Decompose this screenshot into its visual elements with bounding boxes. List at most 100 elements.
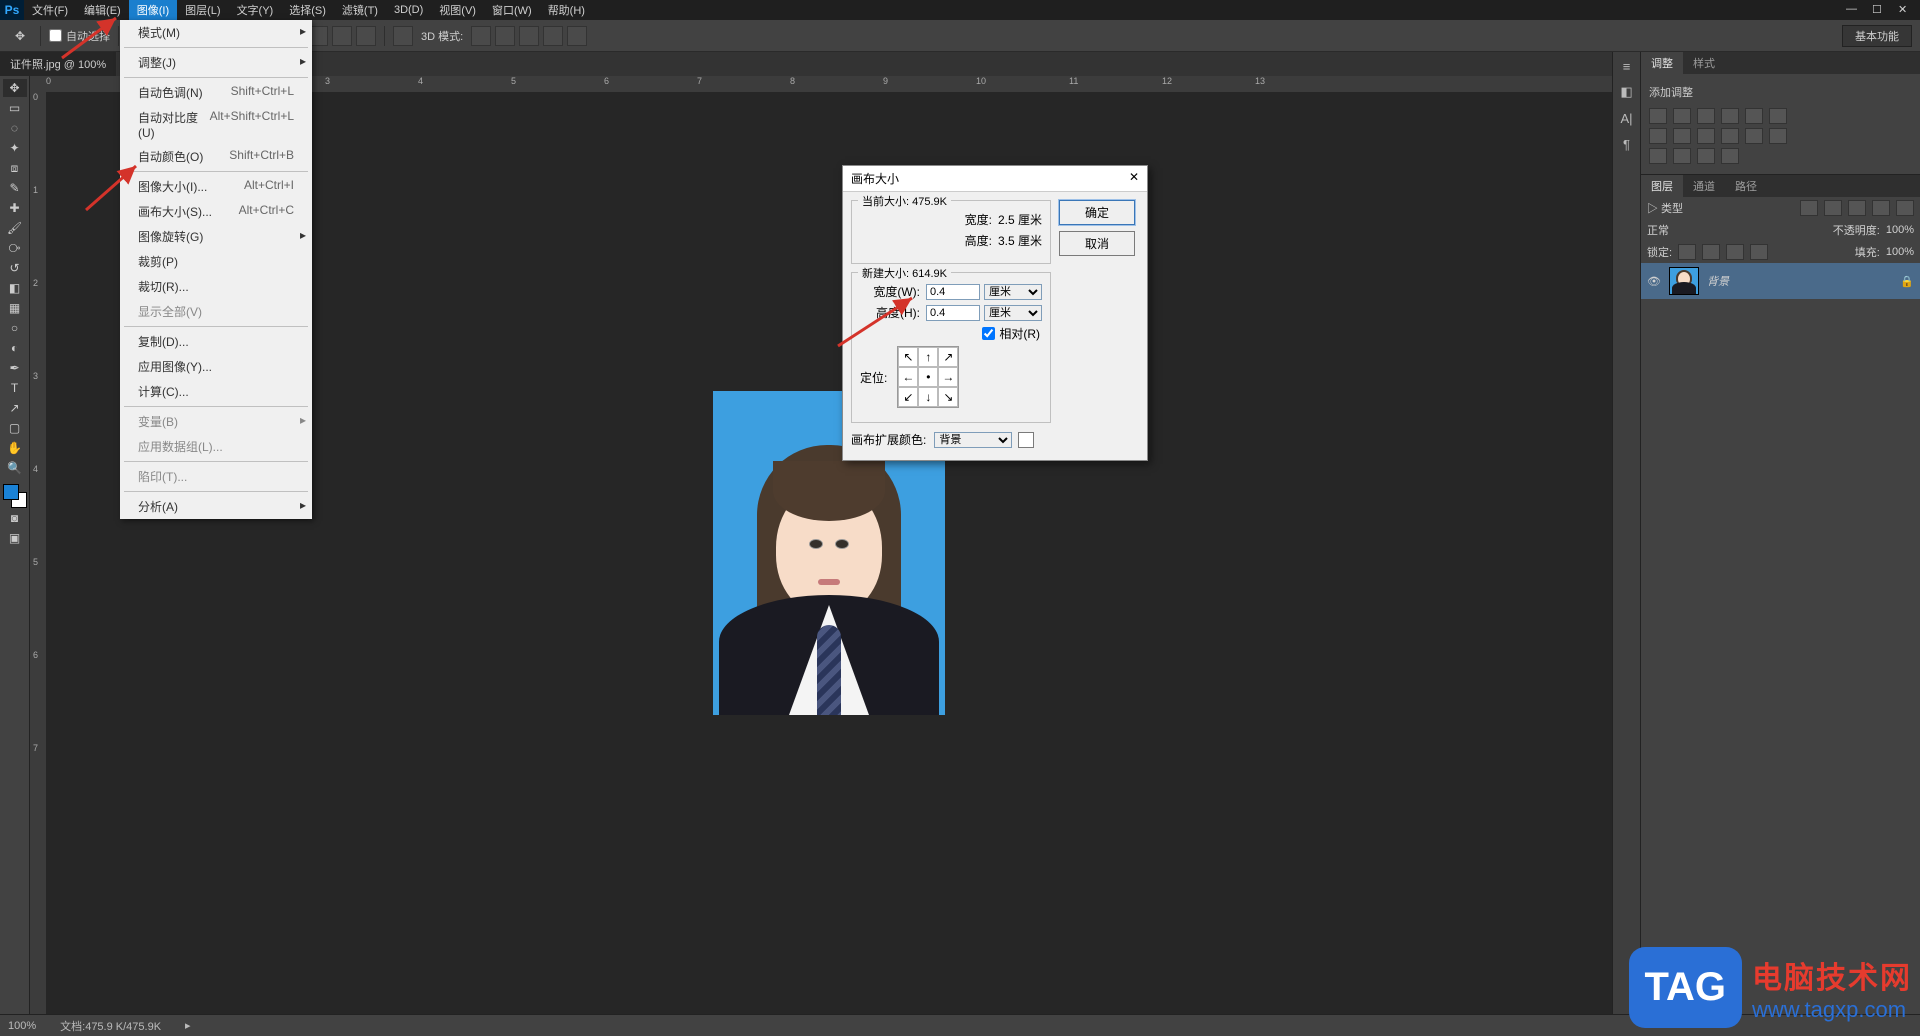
path-tool-icon[interactable]: ↗ (3, 399, 27, 417)
cancel-button[interactable]: 取消 (1059, 231, 1135, 256)
quickmask-icon[interactable]: ◙ (3, 509, 27, 527)
auto-select-checkbox[interactable]: 自动选择 (49, 28, 110, 44)
threshold-icon[interactable] (1649, 148, 1667, 164)
menu-item[interactable]: 图像大小(I)...Alt+Ctrl+I (120, 174, 312, 199)
menu-type[interactable]: 文字(Y) (229, 0, 282, 21)
3d-zoom-icon[interactable] (567, 26, 587, 46)
crop-tool-icon[interactable]: ⧈ (3, 159, 27, 177)
menu-item[interactable]: 应用图像(Y)... (120, 354, 312, 379)
brush-tool-icon[interactable]: 🖌 (3, 219, 27, 237)
menu-item[interactable]: 分析(A)▸ (120, 494, 312, 519)
anchor-br[interactable]: ↘ (938, 387, 958, 407)
move-tool-icon[interactable]: ✥ (8, 27, 32, 45)
ext-color-swatch[interactable] (1018, 432, 1034, 448)
anchor-b[interactable]: ↓ (918, 387, 938, 407)
adjustment-icon[interactable] (1721, 148, 1739, 164)
menu-item[interactable]: 图像旋转(G)▸ (120, 224, 312, 249)
invert-icon[interactable] (1745, 128, 1763, 144)
stamp-tool-icon[interactable]: ⧂ (3, 239, 27, 257)
gradient-tool-icon[interactable]: ▦ (3, 299, 27, 317)
minimize-icon[interactable]: — (1846, 3, 1860, 17)
eraser-tool-icon[interactable]: ◧ (3, 279, 27, 297)
filter-text-icon[interactable] (1848, 200, 1866, 216)
height-input[interactable] (926, 305, 980, 321)
zoom-tool-icon[interactable]: 🔍 (3, 459, 27, 477)
menu-window[interactable]: 窗口(W) (484, 0, 540, 21)
relative-checkbox[interactable] (982, 327, 995, 340)
hand-tool-icon[interactable]: ✋ (3, 439, 27, 457)
dialog-close-icon[interactable]: ✕ (1129, 170, 1139, 187)
menu-item[interactable]: 自动色调(N)Shift+Ctrl+L (120, 80, 312, 105)
ok-button[interactable]: 确定 (1059, 200, 1135, 225)
menu-item[interactable]: 模式(M)▸ (120, 20, 312, 45)
3d-roll-icon[interactable] (495, 26, 515, 46)
layer-thumbnail[interactable] (1669, 267, 1699, 295)
eyedropper-tool-icon[interactable]: ✎ (3, 179, 27, 197)
tab-layers[interactable]: 图层 (1641, 175, 1683, 197)
character-icon[interactable]: A| (1617, 108, 1637, 128)
menu-help[interactable]: 帮助(H) (540, 0, 593, 21)
ext-color-select[interactable]: 背景 (934, 432, 1012, 448)
healing-tool-icon[interactable]: ✚ (3, 199, 27, 217)
3d-slide-icon[interactable] (543, 26, 563, 46)
pen-tool-icon[interactable]: ✒ (3, 359, 27, 377)
auto-select-input[interactable] (49, 29, 62, 42)
3d-pan-icon[interactable] (519, 26, 539, 46)
vibrance-icon[interactable] (1745, 108, 1763, 124)
distribute-icon[interactable] (332, 26, 352, 46)
color-lookup-icon[interactable] (1721, 128, 1739, 144)
text-tool-icon[interactable]: T (3, 379, 27, 397)
fill-value[interactable]: 100% (1886, 246, 1914, 258)
brightness-icon[interactable] (1649, 108, 1667, 124)
menu-item[interactable]: 计算(C)... (120, 379, 312, 404)
gradient-map-icon[interactable] (1673, 148, 1691, 164)
menu-filter[interactable]: 滤镜(T) (334, 0, 386, 21)
menu-view[interactable]: 视图(V) (431, 0, 484, 21)
3d-orbit-icon[interactable] (471, 26, 491, 46)
menu-layer[interactable]: 图层(L) (177, 0, 228, 21)
menu-item[interactable]: 自动对比度(U)Alt+Shift+Ctrl+L (120, 105, 312, 144)
anchor-grid[interactable]: ↖ ↑ ↗ ← • → ↙ ↓ ↘ (897, 346, 959, 408)
menu-item[interactable]: 自动颜色(O)Shift+Ctrl+B (120, 144, 312, 169)
layer-row[interactable]: 👁 背景 🔒 (1641, 263, 1920, 299)
filter-shape-icon[interactable] (1872, 200, 1890, 216)
exposure-icon[interactable] (1721, 108, 1739, 124)
zoom-value[interactable]: 100% (8, 1020, 36, 1032)
menu-item[interactable]: 裁剪(P) (120, 249, 312, 274)
menu-3d[interactable]: 3D(D) (386, 1, 431, 19)
lasso-tool-icon[interactable]: ◌ (3, 119, 27, 137)
anchor-tl[interactable]: ↖ (898, 347, 918, 367)
workspace-switcher[interactable]: 基本功能 (1842, 25, 1912, 47)
history-brush-tool-icon[interactable]: ↺ (3, 259, 27, 277)
hue-icon[interactable] (1769, 108, 1787, 124)
opacity-value[interactable]: 100% (1886, 224, 1914, 236)
anchor-tr[interactable]: ↗ (938, 347, 958, 367)
marquee-tool-icon[interactable]: ▭ (3, 99, 27, 117)
color-swatch[interactable] (3, 484, 27, 508)
document-tab[interactable]: 证件照.jpg @ 100% (0, 52, 116, 76)
menu-file[interactable]: 文件(F) (24, 0, 76, 21)
levels-icon[interactable] (1673, 108, 1691, 124)
menu-item[interactable]: 复制(D)... (120, 329, 312, 354)
anchor-r[interactable]: → (938, 367, 958, 387)
filter-smart-icon[interactable] (1896, 200, 1914, 216)
tab-paths[interactable]: 路径 (1725, 175, 1767, 197)
visibility-eye-icon[interactable]: 👁 (1647, 275, 1661, 288)
3d-icon[interactable] (393, 26, 413, 46)
menu-image[interactable]: 图像(I) (129, 0, 177, 21)
selective-color-icon[interactable] (1697, 148, 1715, 164)
blend-mode-dropdown[interactable]: 正常 (1647, 222, 1669, 238)
menu-item[interactable]: 画布大小(S)...Alt+Ctrl+C (120, 199, 312, 224)
posterize-icon[interactable] (1769, 128, 1787, 144)
anchor-l[interactable]: ← (898, 367, 918, 387)
lock-position-icon[interactable] (1726, 244, 1744, 260)
shape-tool-icon[interactable]: ▢ (3, 419, 27, 437)
screenmode-icon[interactable]: ▣ (3, 529, 27, 547)
close-icon[interactable]: ✕ (1898, 3, 1912, 17)
anchor-bl[interactable]: ↙ (898, 387, 918, 407)
filter-adjust-icon[interactable] (1824, 200, 1842, 216)
width-unit-select[interactable]: 厘米 (984, 284, 1042, 300)
photo-filter-icon[interactable] (1673, 128, 1691, 144)
tab-channels[interactable]: 通道 (1683, 175, 1725, 197)
bw-icon[interactable] (1649, 128, 1667, 144)
